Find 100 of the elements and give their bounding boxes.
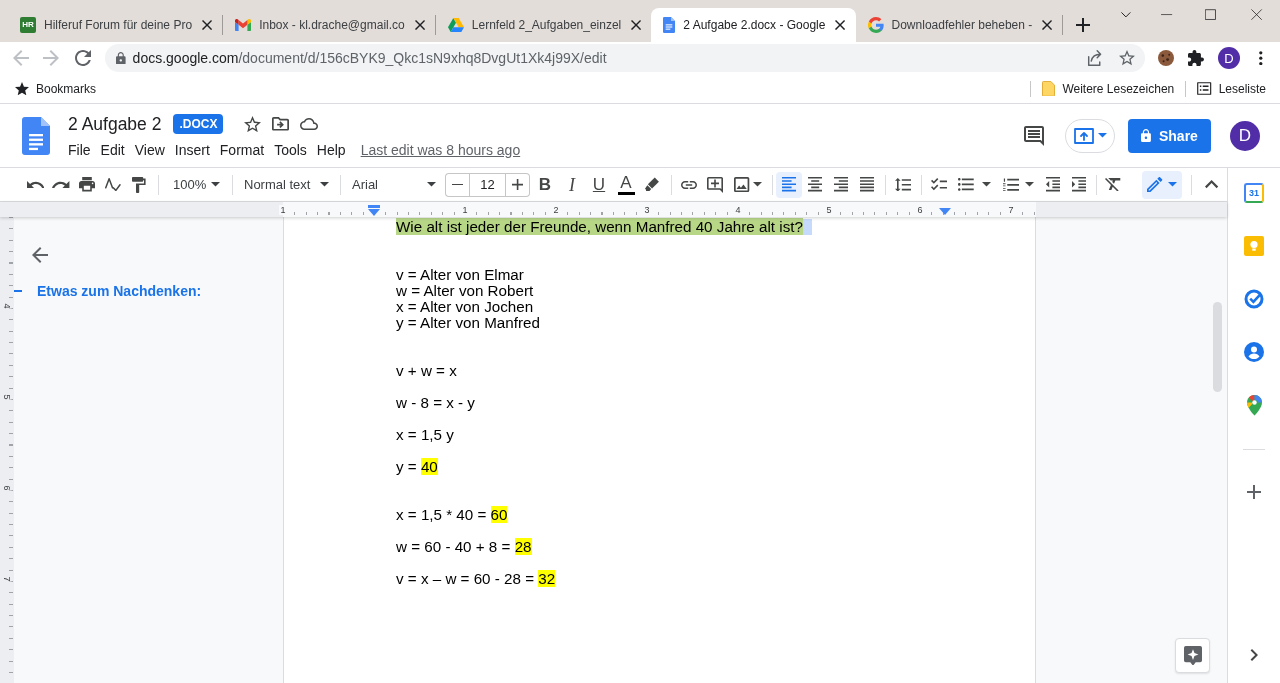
menu-item[interactable]: Format (214, 141, 270, 159)
underline-button[interactable]: U (587, 171, 611, 198)
bulleted-list-icon[interactable] (958, 178, 974, 191)
ruler-number: 1 (279, 204, 287, 215)
browser-tab[interactable]: HR Hilferuf Forum für deine Pro (8, 8, 223, 42)
close-icon[interactable] (202, 19, 213, 31)
align-left-button[interactable] (776, 171, 802, 198)
image-icon[interactable] (734, 176, 750, 193)
caret-icon[interactable] (320, 182, 329, 187)
avatar[interactable]: D (1217, 47, 1240, 69)
browser-tab[interactable]: Inbox - kl.drache@gmail.co (223, 8, 435, 42)
style-dropdown[interactable]: Normal text (240, 171, 334, 198)
line-spacing-icon[interactable] (894, 177, 912, 192)
checklist-icon[interactable] (931, 178, 947, 191)
caret-icon[interactable] (1025, 182, 1035, 187)
folder-arrow-icon[interactable] (272, 117, 290, 131)
close-icon[interactable] (1042, 19, 1053, 31)
bookmark-item[interactable]: Bookmarks (15, 81, 97, 96)
puzzle-icon[interactable] (1188, 50, 1204, 66)
highlighter-icon[interactable] (644, 176, 660, 193)
explore-button[interactable] (1175, 638, 1210, 673)
close-icon[interactable] (631, 19, 642, 31)
chevron-right-icon[interactable] (1250, 649, 1258, 661)
browser-tab[interactable]: Lernfeld 2_Aufgaben_einzel (435, 8, 652, 42)
editing-mode-button[interactable] (1142, 170, 1182, 199)
indent-marker-icon[interactable] (368, 205, 380, 216)
minimize-icon[interactable] (1161, 14, 1173, 16)
caret-icon[interactable] (211, 182, 220, 187)
spellcheck-icon[interactable] (105, 177, 121, 192)
indent-marker-icon[interactable] (939, 208, 951, 215)
person-icon[interactable] (1244, 342, 1264, 362)
maximize-icon[interactable] (1205, 9, 1217, 21)
star-icon[interactable] (244, 115, 262, 133)
numbered-list-icon[interactable] (1002, 177, 1020, 192)
document-logo-icon[interactable] (22, 116, 50, 155)
add-comment-icon[interactable] (707, 176, 723, 193)
bookmark-item[interactable]: Weitere Lesezeichen (1042, 80, 1175, 97)
browser-tab[interactable]: Downloadfehler beheben - (855, 8, 1063, 42)
caret-icon[interactable] (752, 182, 762, 187)
share-icon[interactable] (1086, 49, 1102, 67)
close-icon[interactable] (835, 19, 846, 31)
cookie-icon[interactable] (1158, 50, 1174, 66)
menu-item[interactable]: View (129, 141, 170, 159)
font-dropdown[interactable]: Arial (346, 171, 440, 198)
calendar-icon[interactable]: 31 (1244, 183, 1264, 203)
back-arrow-icon[interactable] (32, 247, 48, 263)
text-line: w = 60 - 40 + 8 = 28 (396, 539, 532, 555)
increase-indent-icon[interactable] (1071, 177, 1087, 192)
menu-item[interactable]: Tools (269, 141, 312, 159)
caret-icon[interactable] (981, 182, 991, 187)
document-title[interactable]: 2 Aufgabe 2 (68, 113, 162, 135)
new-tab-plus-icon[interactable] (1076, 18, 1091, 32)
italic-button[interactable]: I (560, 171, 584, 198)
lock-icon (116, 51, 126, 65)
comment-icon[interactable] (1024, 125, 1044, 146)
caret-icon[interactable] (427, 182, 436, 187)
avatar[interactable]: D (1230, 120, 1260, 151)
scrollbar[interactable] (1213, 302, 1222, 392)
address-bar[interactable]: docs.google.com/document/d/156cBYK9_Qkc1sN9xhq8DvgUt1Xk4j99X/edit (105, 44, 1145, 72)
reload-icon[interactable] (75, 50, 91, 66)
upload-screen-icon (1073, 127, 1094, 144)
decrease-indent-icon[interactable] (1045, 177, 1061, 192)
chevron-up-icon[interactable] (1205, 180, 1219, 189)
text-line: w = Alter von Robert (396, 283, 534, 299)
ruler-number: 6 (916, 204, 924, 215)
check-circle-icon[interactable] (1244, 289, 1264, 309)
share-button[interactable]: Share (1128, 118, 1211, 153)
menu-item[interactable]: Edit (95, 141, 130, 159)
font-size-field[interactable]: 12 (469, 172, 506, 197)
redo-icon[interactable] (52, 180, 70, 189)
more-icon[interactable] (1258, 50, 1263, 66)
caret-icon (1097, 133, 1107, 138)
close-icon[interactable] (414, 19, 425, 31)
map-pin-icon[interactable] (1246, 395, 1262, 416)
justify-icon (859, 177, 875, 192)
bookmark-item[interactable]: Leseliste (1197, 81, 1266, 96)
chevron-down-icon[interactable] (1121, 12, 1131, 18)
undo-icon[interactable] (26, 180, 44, 189)
text-color-button[interactable]: A (614, 171, 638, 198)
plus-icon[interactable] (1247, 484, 1261, 499)
bookmark-star-icon[interactable] (1119, 50, 1135, 66)
menu-item[interactable]: Insert (169, 141, 215, 159)
outline-heading[interactable]: Etwas zum Nachdenken: (14, 283, 202, 299)
zoom-dropdown[interactable]: 100% (164, 171, 224, 198)
print-icon[interactable] (79, 177, 95, 192)
clear-formatting-icon[interactable] (1105, 177, 1121, 192)
minus-icon (451, 183, 464, 186)
paint-format-icon[interactable] (132, 176, 146, 193)
text-line: y = 40 (396, 459, 438, 475)
browser-tab[interactable]: 2 Aufgabe 2.docx - Google (651, 8, 856, 42)
increase-font-size-button[interactable] (506, 172, 530, 197)
menu-item[interactable]: File (63, 141, 96, 159)
last-edit-link[interactable]: Last edit was 8 hours ago (360, 142, 521, 158)
link-icon[interactable] (681, 180, 697, 189)
text-line: x = 1,5 y (396, 427, 454, 443)
bold-button[interactable]: B (533, 171, 557, 198)
cloud-icon[interactable] (300, 118, 319, 130)
menu-item[interactable]: Help (311, 141, 351, 159)
close-icon[interactable] (1251, 9, 1263, 21)
align-right-icon (833, 177, 849, 192)
